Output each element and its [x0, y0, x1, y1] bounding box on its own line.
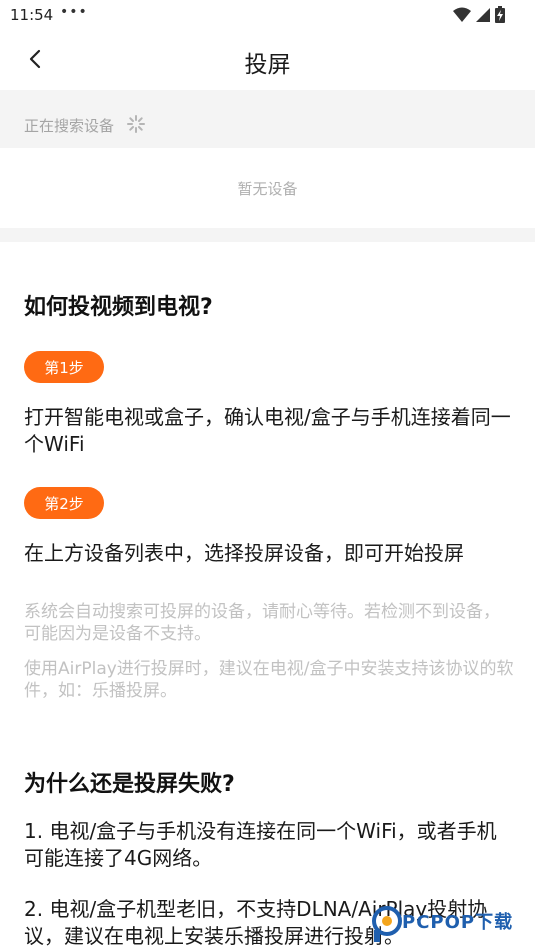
step-badge-1: 第1步 [24, 351, 104, 383]
reason-text-1: 1. 电视/盒子与手机没有连接在同一个WiFi，或者手机可能连接了4G网络。 [24, 819, 497, 870]
page-title: 投屏 [244, 52, 291, 78]
section-title-why-fail: 为什么还是投屏失败? [24, 772, 235, 797]
spinner-icon [127, 115, 145, 133]
device-list: 暂无设备 [0, 148, 535, 228]
signal-icon [476, 7, 490, 22]
step-text-2: 在上方设备列表中，选择投屏设备，即可开始投屏 [24, 541, 464, 565]
section-title-how-to-cast: 如何投视频到电视? [24, 295, 213, 320]
step-badge-2: 第2步 [24, 487, 104, 519]
nav-bar: 投屏 [0, 30, 535, 90]
watermark: PCPOP下载 [370, 900, 535, 951]
status-bar: 11:54 ••• [0, 0, 535, 30]
searching-status-text: 正在搜索设备 [24, 117, 115, 135]
watermark-logo-icon [372, 906, 402, 942]
wifi-icon [453, 7, 471, 22]
status-more-dots: ••• [60, 4, 88, 20]
divider-band [0, 228, 535, 242]
status-icons [453, 6, 505, 23]
empty-device-text: 暂无设备 [237, 180, 298, 198]
battery-charging-icon [495, 6, 505, 23]
searching-bar: 正在搜索设备 [0, 90, 535, 148]
note-text-1: 系统会自动搜索可投屏的设备，请耐心等待。若检测不到设备，可能因为是设备不支持。 [24, 602, 500, 644]
note-text-2: 使用AirPlay进行投屏时，建议在电视/盒子中安装支持该协议的软件，如：乐播投… [24, 659, 514, 701]
status-time: 11:54 [10, 6, 54, 24]
watermark-text: PCPOP下载 [402, 912, 514, 933]
step-text-1: 打开智能电视或盒子，确认电视/盒子与手机连接着同一个WiFi [24, 405, 511, 456]
